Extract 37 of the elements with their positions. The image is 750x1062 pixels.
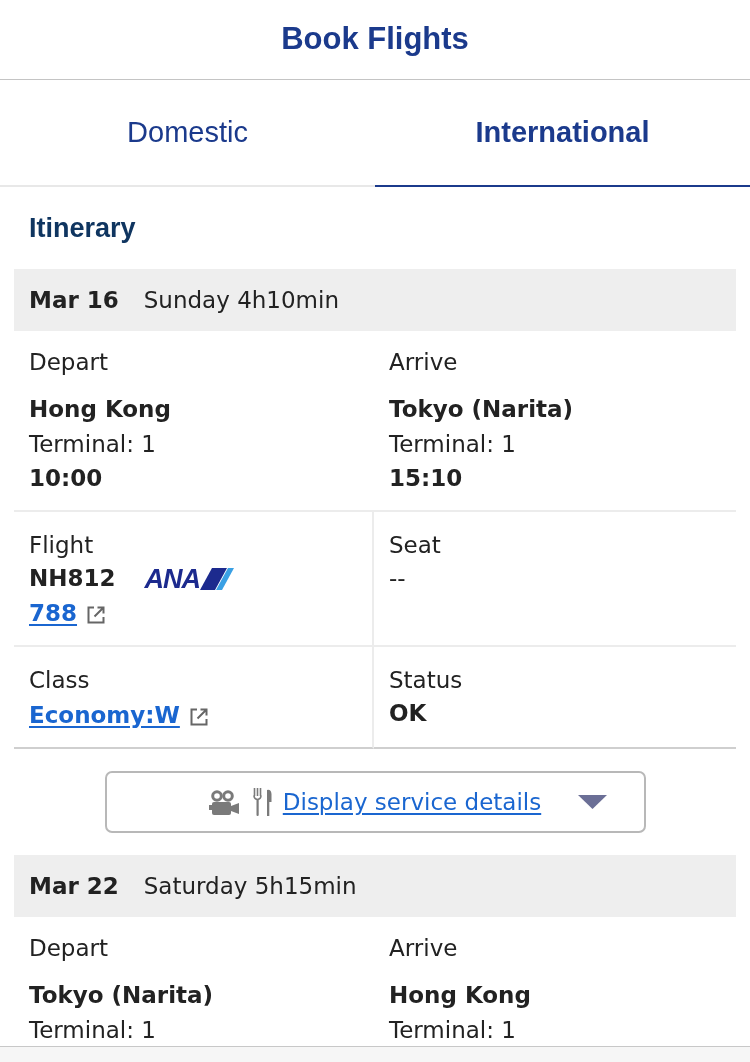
section-title: Itinerary [29,212,136,244]
fork-knife-icon [252,788,273,816]
external-link-icon [189,708,208,726]
field-label: Depart [29,934,109,963]
city-name: Hong Kong [29,395,171,424]
caret-icon [578,795,608,809]
field-value: OK [389,699,427,728]
external-link-icon [87,606,105,624]
field-label: Flight [29,531,94,560]
service-details-button[interactable]: Display service details [104,771,646,833]
terminal-text: Terminal: 1 [29,430,156,459]
field-label: Class [29,666,90,695]
logo-stripe-icon [200,567,234,590]
city-name: Hong Kong [389,981,531,1010]
terminal-text: Terminal: 1 [29,1016,156,1045]
fare-class-link[interactable]: Economy:W [29,700,180,730]
field-label: Arrive [389,348,458,377]
field-value: -- [389,564,406,593]
day-duration: Saturday 5h15min [143,872,357,901]
terminal-text: Terminal: 1 [389,430,516,459]
airline-logo: ANA [144,566,200,591]
city-name: Tokyo (Narita) [29,981,214,1010]
aircraft-link[interactable]: 788 [29,598,77,628]
city-name: Tokyo (Narita) [389,395,574,424]
flight-date: Mar 22 [29,872,119,901]
field-label: Depart [29,348,109,377]
flight-date: Mar 16 [29,286,119,315]
flight-time: 15:10 [389,464,463,493]
day-duration: Sunday 4h10min [143,286,339,315]
page-title: Book Flights [281,19,469,58]
flight-number: NH812 [29,564,116,593]
terminal-text: Terminal: 1 [389,1016,516,1045]
movie-camera-icon [208,789,239,815]
field-label: Status [389,666,463,695]
field-label: Seat [389,531,441,560]
field-label: Arrive [389,934,458,963]
flight-time: 10:00 [29,464,103,493]
